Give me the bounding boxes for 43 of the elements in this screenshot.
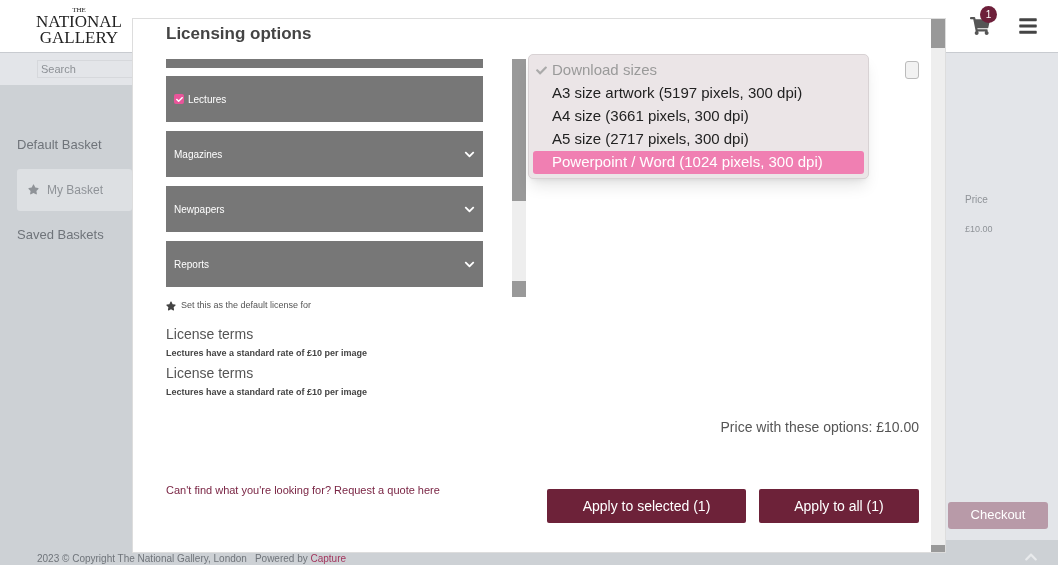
menu-header: Download sizes <box>552 60 658 81</box>
scrollbar-thumb[interactable] <box>931 545 945 552</box>
menu-option[interactable]: Powerpoint / Word (1024 pixels, 300 dpi) <box>533 151 864 174</box>
category-label: Newpapers <box>174 202 225 217</box>
price-summary: Price with these options: £10.00 <box>720 418 919 437</box>
basket-card[interactable]: My Basket <box>17 168 132 211</box>
check-icon <box>536 65 547 76</box>
category-panel[interactable]: Reports <box>166 241 483 287</box>
star-icon <box>28 184 39 195</box>
sidebar-heading: Default Basket <box>17 136 103 154</box>
saved-baskets-heading: Saved Baskets <box>17 225 105 244</box>
category-panel[interactable]: Magazines <box>166 131 483 177</box>
menu-option[interactable]: A4 size (3661 pixels, 300 dpi) <box>533 105 864 128</box>
scrollbar-thumb[interactable] <box>512 59 526 201</box>
scrollbar-thumb[interactable] <box>931 19 945 48</box>
category-label: Magazines <box>174 147 223 162</box>
terms-text: Lectures have a standard rate of £10 per image <box>166 346 369 360</box>
modal-title: Licensing options <box>166 23 313 45</box>
menu-option[interactable]: A3 size artwork (5197 pixels, 300 dpi) <box>533 82 864 105</box>
copyright-text: 2023 © Copyright The National Gallery, London <box>37 553 247 564</box>
terms-heading: License terms <box>166 324 255 344</box>
powered-by-text: Powered by Capture <box>254 553 347 564</box>
star-icon[interactable] <box>166 300 176 311</box>
terms-text: Lectures have a standard rate of £10 per image <box>166 386 369 399</box>
brand-link[interactable]: Capture <box>310 553 347 564</box>
category-label: Reports <box>174 257 209 272</box>
category-panel[interactable]: Newpapers <box>166 186 483 232</box>
cart-badge: 1 <box>980 6 997 23</box>
checkout-button[interactable]: Checkout <box>948 501 1048 529</box>
terms-heading: License terms <box>166 364 255 383</box>
category-panel[interactable]: Lectures <box>166 76 483 122</box>
request-quote-link[interactable]: Can't find what you're looking for? Request a quote here <box>166 481 483 498</box>
checkbox[interactable] <box>174 94 184 104</box>
category-label: Lectures <box>188 92 227 107</box>
menu-option[interactable]: A5 size (2717 pixels, 300 dpi) <box>533 128 864 151</box>
apply-button[interactable]: Apply to selected (1) <box>547 489 746 523</box>
default-license-text: Set this as the default license for <box>181 299 312 312</box>
apply-button[interactable]: Apply to all (1) <box>759 489 919 523</box>
price-column-header: Price <box>964 193 989 207</box>
price-cell-text: £10.00 <box>964 223 994 236</box>
menu-icon[interactable] <box>1018 16 1038 36</box>
basket-name: My Basket <box>47 181 103 199</box>
scrollbar-thumb[interactable] <box>512 281 526 297</box>
